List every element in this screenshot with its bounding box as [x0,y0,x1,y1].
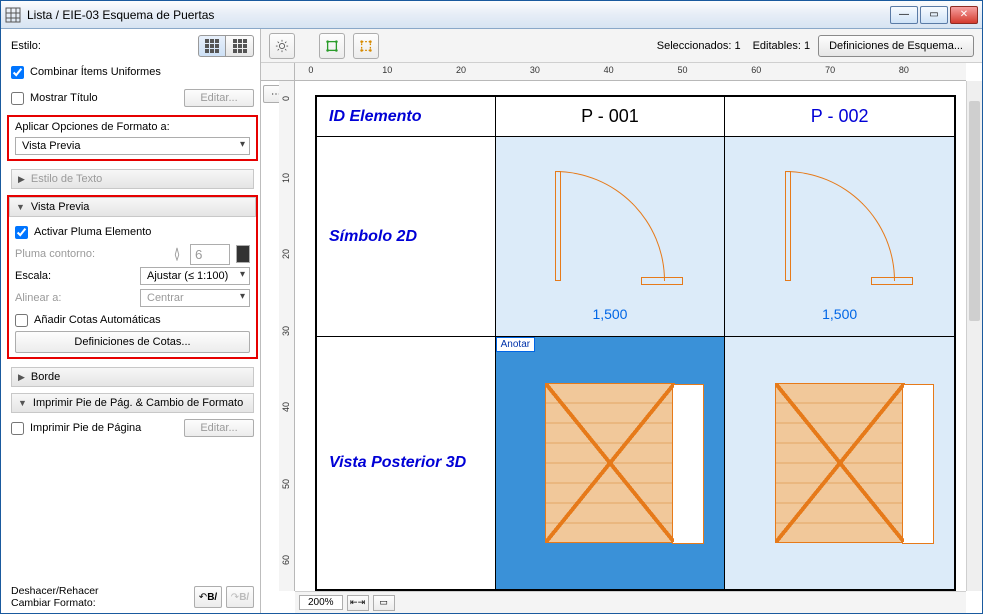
redo-button[interactable]: ↷B/ [226,586,254,608]
select-tool-button[interactable] [319,33,345,59]
pen-icon [170,247,184,261]
editable-status: Editables: 1 [753,40,811,52]
select-dashed-button[interactable] [353,33,379,59]
door-3d-icon [545,383,675,543]
combine-items-label: Combinar Ítems Uniformes [30,66,254,78]
align-select: Centrar [140,289,250,307]
scroll-thumb[interactable] [969,101,980,321]
cell-2d-2[interactable]: 1,500 [725,137,955,337]
cell-2d-1[interactable]: 1,500 [495,137,725,337]
chevron-down-icon: ▼ [16,202,25,212]
scale-select[interactable]: Ajustar (≤ 1:100) [140,267,250,285]
activate-pen-checkbox[interactable] [15,226,28,239]
show-title-label: Mostrar Título [30,92,178,104]
zoom-level[interactable]: 200% [299,595,343,610]
print-footer-checkbox[interactable] [11,422,24,435]
auto-dims-label: Añadir Cotas Automáticas [34,314,250,326]
close-button[interactable]: ✕ [950,6,978,24]
section-border[interactable]: ▶Borde [11,367,254,387]
ruler-vertical: 0 10 20 30 40 50 60 [279,81,295,591]
col-header-1[interactable]: P - 001 [495,97,725,137]
combine-items-checkbox[interactable] [11,66,24,79]
dimension-text: 1,500 [496,306,725,322]
apply-format-header: Aplicar Opciones de Formato a: [15,121,250,133]
row-label-back: Vista Posterior 3D [317,337,496,590]
vertical-scrollbar[interactable] [966,81,982,591]
minimize-button[interactable]: — [890,6,918,24]
selected-status: Seleccionados: 1 [657,40,741,52]
preview-section: ▼Vista Previa Activar Pluma Elemento Plu… [7,195,258,359]
fit-page-button[interactable]: ▭ [373,595,395,611]
scale-label: Escala: [15,270,134,282]
show-title-checkbox[interactable] [11,92,24,105]
cell-3d-1[interactable]: Anotar [495,337,725,590]
preview-panel: Seleccionados: 1 Editables: 1 Definicion… [261,29,982,613]
col-header-2[interactable]: P - 002 [725,97,955,137]
undo-button[interactable]: ↶B/ [194,586,222,608]
select-box-icon [325,39,339,53]
style-grid-a[interactable] [198,35,226,57]
door-2d-icon [555,171,665,281]
ruler-horizontal: 0 10 20 30 40 50 60 70 80 [295,63,966,81]
door-3d-icon [775,383,905,543]
row-label-symbol: Símbolo 2D [317,137,496,337]
pen-outline-label: Pluma contorno: [15,248,164,260]
print-footer-label: Imprimir Pie de Página [30,422,178,434]
title-bar: Lista / EIE-03 Esquema de Puertas — ▭ ✕ [1,1,982,29]
ruler-corner [261,63,295,81]
section-print-footer[interactable]: ▼Imprimir Pie de Pág. & Cambio de Format… [11,393,254,413]
door-2d-icon [785,171,895,281]
preview-toolbar: Seleccionados: 1 Editables: 1 Definicion… [261,29,982,63]
style-label: Estilo: [11,40,198,52]
section-text-style[interactable]: ▶Estilo de Texto [11,169,254,189]
canvas-statusbar: 200% ⇤⇥ ▭ [295,591,966,613]
fit-width-button[interactable]: ⇤⇥ [347,595,369,611]
gear-icon [275,39,289,53]
settings-gear-button[interactable] [269,33,295,59]
cell-3d-2[interactable] [725,337,955,590]
row-label-id: ID Elemento [317,97,496,137]
edit-footer-button[interactable]: Editar... [184,419,254,437]
chevron-right-icon: ▶ [18,174,25,185]
align-label: Alinear a: [15,292,134,304]
apply-format-select[interactable]: Vista Previa [15,137,250,155]
dimension-definitions-button[interactable]: Definiciones de Cotas... [15,331,250,353]
app-icon [5,7,21,23]
pen-number-input [190,244,230,265]
chevron-down-icon: ▼ [18,398,27,408]
window-title: Lista / EIE-03 Esquema de Puertas [27,8,890,22]
annotate-badge[interactable]: Anotar [496,337,535,352]
edit-title-button[interactable]: Editar... [184,89,254,107]
pen-color-swatch [236,245,250,263]
style-toggle [198,35,254,57]
grid-icon [233,39,247,53]
chevron-right-icon: ▶ [18,372,25,383]
settings-panel: Estilo: Combinar Ítems Uniformes Mostrar… [1,29,261,613]
maximize-button[interactable]: ▭ [920,6,948,24]
undo-redo-label: Deshacer/Rehacer Cambiar Formato: [11,585,190,609]
apply-format-section: Aplicar Opciones de Formato a: Vista Pre… [7,115,258,161]
auto-dims-checkbox[interactable] [15,314,28,327]
select-dashed-icon [359,39,373,53]
activate-pen-label: Activar Pluma Elemento [34,226,250,238]
schedule-sheet: ID Elemento P - 001 P - 002 Símbolo 2D 1… [315,95,956,591]
scheme-definitions-button[interactable]: Definiciones de Esquema... [818,35,974,57]
dimension-text: 1,500 [725,306,954,322]
style-grid-b[interactable] [226,35,254,57]
grid-icon [205,39,219,53]
section-preview-header[interactable]: ▼Vista Previa [9,197,256,217]
canvas[interactable]: ID Elemento P - 001 P - 002 Símbolo 2D 1… [295,81,966,591]
